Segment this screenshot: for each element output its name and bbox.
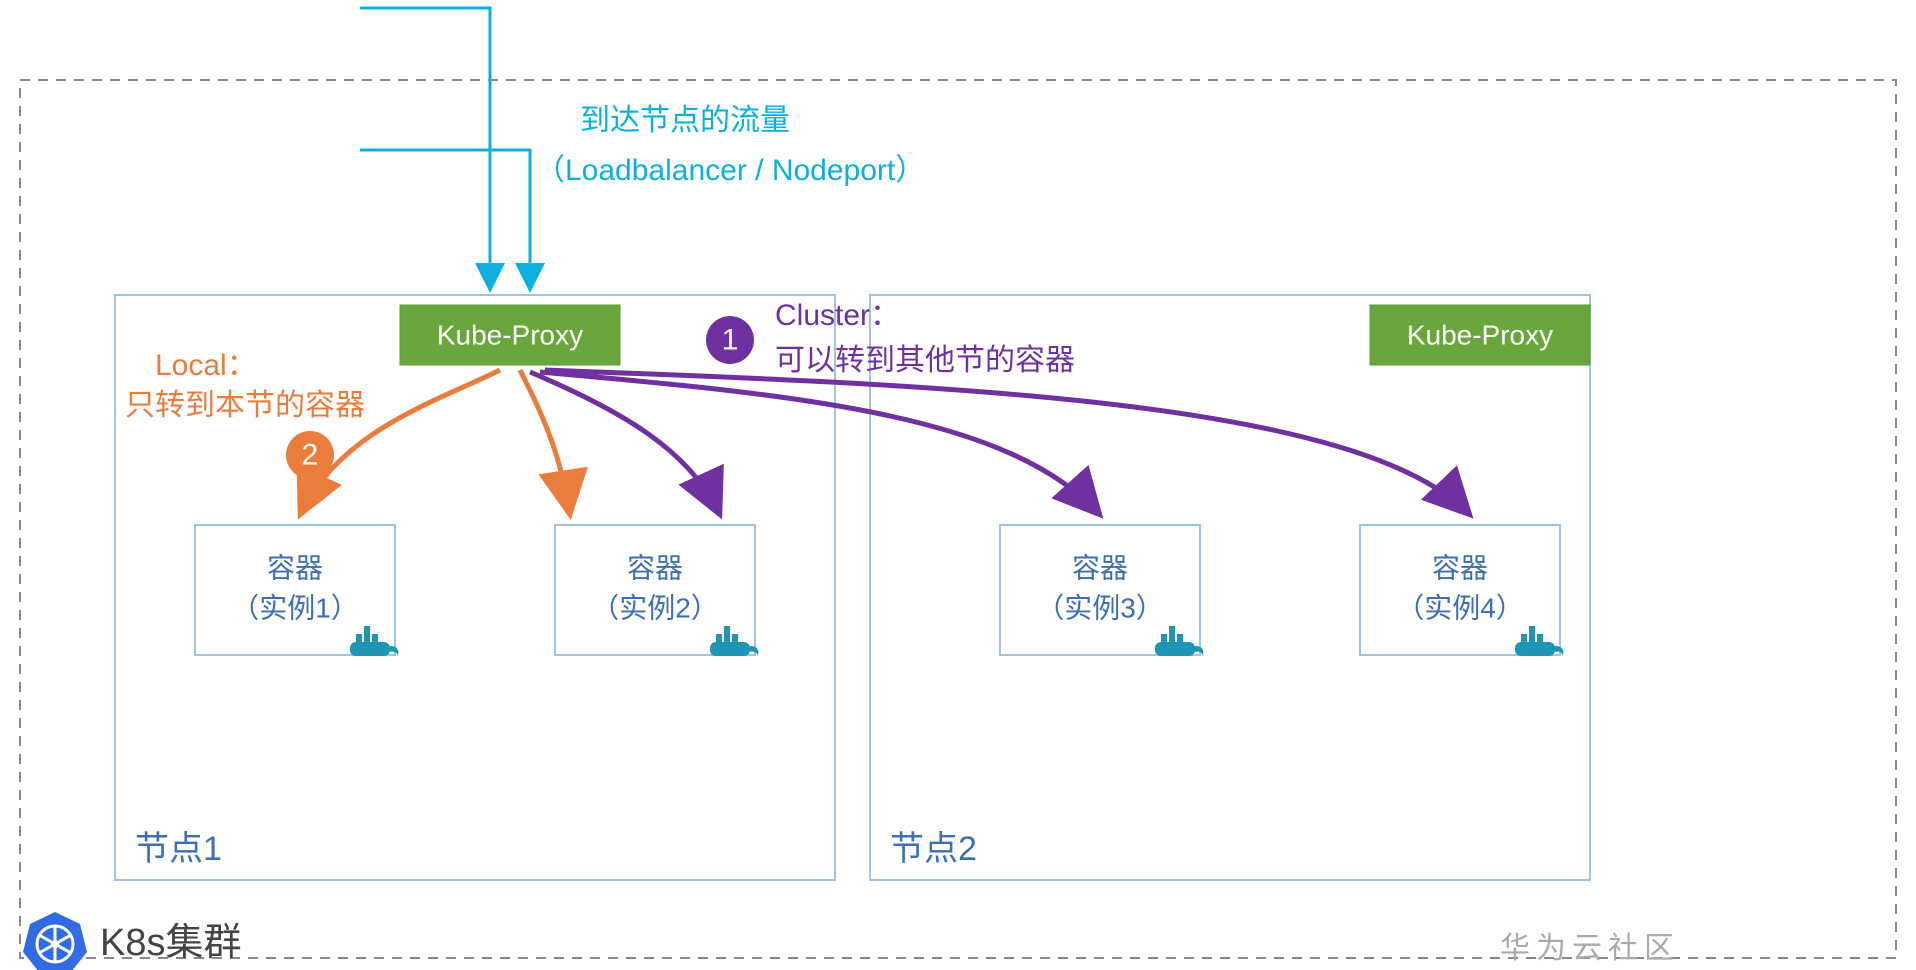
badge-1-text: 1	[722, 324, 739, 357]
container-2: 容器 （实例2）	[555, 525, 758, 656]
kubernetes-icon	[23, 912, 87, 970]
container-1-instance: （实例1）	[231, 592, 359, 623]
container-1-title: 容器	[267, 552, 323, 583]
traffic-line-2	[360, 150, 530, 290]
kube-proxy-node2-label: Kube-Proxy	[1407, 319, 1553, 350]
cluster-boundary	[20, 80, 1896, 958]
watermark: 华为云社区	[1500, 932, 1680, 965]
node2-label: 节点2	[890, 830, 977, 868]
diagram-canvas: 到达节点的流量 （Loadbalancer / Nodeport） 节点1 节点…	[0, 0, 1916, 970]
container-3-instance: （实例3）	[1036, 592, 1164, 623]
kube-proxy-node1-label: Kube-Proxy	[437, 319, 583, 350]
node1-label: 节点1	[135, 830, 222, 868]
container-2-instance: （实例2）	[591, 592, 719, 623]
container-1: 容器 （实例1）	[195, 525, 398, 656]
container-4-title: 容器	[1432, 552, 1488, 583]
cluster-arrow-c4	[545, 370, 1470, 515]
container-3-title: 容器	[1072, 552, 1128, 583]
cluster-arrow-c2	[530, 372, 720, 515]
badge-2-text: 2	[302, 439, 319, 472]
container-4-instance: （实例4）	[1396, 592, 1524, 623]
local-title: Local：	[155, 349, 257, 382]
traffic-label-line1: 到达节点的流量	[580, 104, 790, 137]
container-3: 容器 （实例3）	[1000, 525, 1203, 656]
local-desc: 只转到本节的容器	[125, 389, 365, 422]
local-arrow-c2	[520, 370, 570, 515]
cluster-desc: 可以转到其他节的容器	[775, 344, 1075, 377]
traffic-label-line2: （Loadbalancer / Nodeport）	[535, 154, 925, 187]
container-4: 容器 （实例4）	[1360, 525, 1563, 656]
cluster-label: K8s集群	[100, 922, 241, 964]
cluster-title: Cluster：	[775, 299, 900, 332]
container-2-title: 容器	[627, 552, 683, 583]
